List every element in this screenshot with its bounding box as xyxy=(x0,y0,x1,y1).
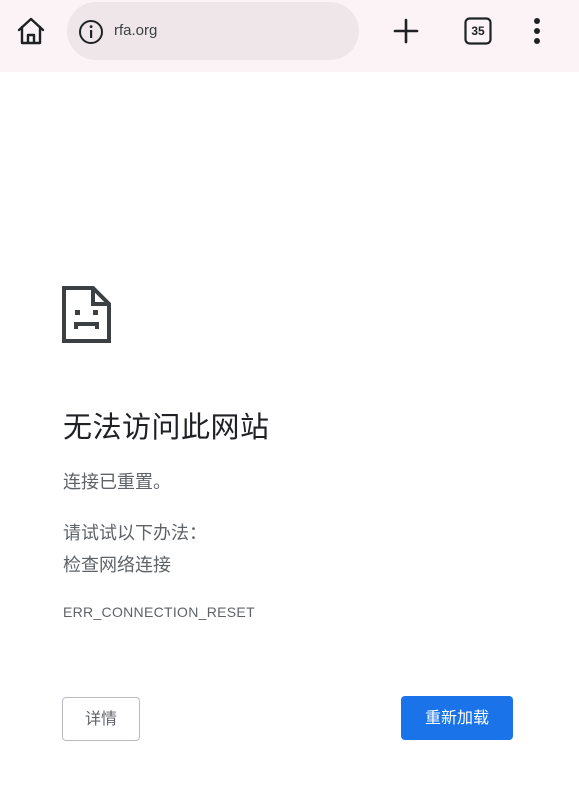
plus-icon xyxy=(393,18,419,44)
error-description: 连接已重置。 xyxy=(63,472,171,493)
more-vert-icon xyxy=(534,18,540,44)
reload-button[interactable]: 重新加载 xyxy=(401,696,513,740)
more-menu-button[interactable] xyxy=(526,15,548,47)
error-title: 无法访问此网站 xyxy=(63,410,270,444)
tab-switcher-button[interactable]: 35 xyxy=(464,17,492,45)
suggestions-heading: 请试试以下办法： xyxy=(63,523,207,544)
home-icon xyxy=(17,17,45,45)
browser-toolbar: rfa.org 35 xyxy=(0,0,579,72)
new-tab-button[interactable] xyxy=(392,17,420,45)
url-text[interactable]: rfa.org xyxy=(114,22,157,39)
tab-count: 35 xyxy=(471,24,485,38)
suggestion-item: 检查网络连接 xyxy=(63,555,171,576)
error-code: ERR_CONNECTION_RESET xyxy=(63,604,255,620)
address-bar[interactable]: rfa.org xyxy=(67,2,359,60)
info-icon[interactable] xyxy=(78,19,104,45)
home-button[interactable] xyxy=(14,14,48,48)
sad-page-icon xyxy=(62,286,111,343)
details-button[interactable]: 详情 xyxy=(62,697,140,741)
